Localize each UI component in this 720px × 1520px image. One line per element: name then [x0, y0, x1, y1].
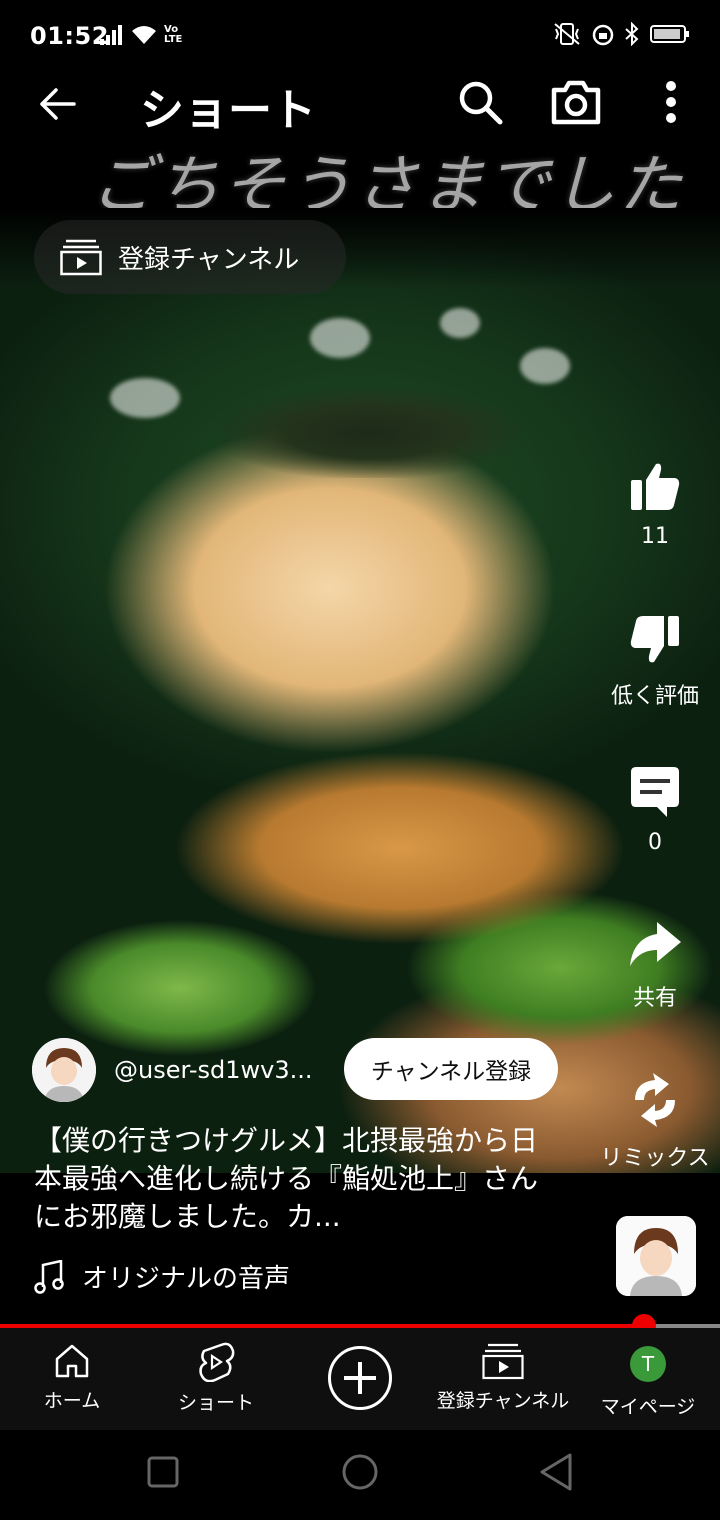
alarm-icon	[592, 24, 614, 46]
subscriptions-chip-label: 登録チャンネル	[118, 244, 300, 275]
channel-avatar[interactable]	[32, 1038, 96, 1102]
app-header: ショート ごちそうさまでした	[0, 72, 720, 223]
back-arrow-icon[interactable]	[34, 80, 82, 128]
search-icon[interactable]	[456, 78, 504, 126]
subscriptions-chip[interactable]: 登録チャンネル	[34, 220, 346, 294]
home-circle-icon[interactable]	[340, 1452, 380, 1492]
shorts-icon	[199, 1342, 235, 1382]
home-icon	[55, 1344, 89, 1378]
camera-icon[interactable]	[550, 76, 602, 128]
music-note-icon	[34, 1259, 64, 1294]
remix-icon	[635, 1073, 675, 1127]
nav-shorts-label: ショート	[177, 1392, 254, 1414]
status-left-icons: Vo LTE	[100, 24, 190, 46]
music-label: オリジナルの音声	[82, 1264, 291, 1294]
vibrate-icon	[554, 23, 580, 45]
volte-label: Vo LTE	[164, 24, 183, 45]
food-garnish	[220, 388, 520, 478]
create-plus-icon	[344, 1362, 376, 1394]
share-label: 共有	[632, 986, 677, 1011]
back-triangle-icon[interactable]	[538, 1452, 574, 1492]
nav-shorts[interactable]: ショート	[172, 1342, 260, 1415]
recents-square-icon[interactable]	[146, 1455, 180, 1489]
comments-button[interactable]: 0	[590, 764, 720, 855]
plate-highlight	[520, 348, 570, 384]
nav-home-label: ホーム	[43, 1390, 101, 1412]
thumb-down-icon	[630, 616, 679, 663]
bottom-nav: ホーム ショート 登録チャンネル T マイページ	[0, 1328, 720, 1430]
video-title[interactable]: 【僕の行きつけグルメ】北摂最強から日本最強へ進化し続ける『鮨処池上』さんにお邪魔…	[34, 1122, 554, 1236]
system-navigation-bar	[0, 1430, 720, 1520]
plate-highlight	[310, 318, 370, 358]
like-count: 11	[641, 524, 669, 549]
dislike-label: 低く評価	[610, 684, 699, 709]
remix-button[interactable]: リミックス	[590, 1070, 720, 1172]
status-bar: 01:52 Vo LTE	[0, 0, 720, 72]
share-button[interactable]: 共有	[590, 918, 720, 1012]
nav-my-page[interactable]: T マイページ	[596, 1346, 700, 1419]
comment-count: 0	[648, 830, 662, 855]
nav-home[interactable]: ホーム	[42, 1342, 102, 1413]
more-vert-icon[interactable]	[656, 78, 686, 126]
remix-label: リミックス	[600, 1146, 710, 1171]
plate-highlight	[110, 378, 180, 418]
status-time: 01:52	[30, 22, 109, 50]
battery-icon	[650, 25, 689, 43]
subscriptions-icon	[60, 239, 102, 276]
status-right-icons	[552, 22, 690, 46]
sound-thumbnail[interactable]	[616, 1216, 696, 1296]
wifi-icon	[132, 26, 156, 44]
comment-icon	[631, 767, 679, 817]
subscribe-button[interactable]: チャンネル登録	[344, 1038, 558, 1100]
subscriptions-icon	[482, 1343, 524, 1380]
nav-subscriptions-label: 登録チャンネル	[436, 1390, 570, 1412]
dislike-button[interactable]: 低く評価	[590, 612, 720, 710]
share-icon	[630, 922, 681, 966]
thumb-up-icon	[631, 463, 680, 510]
channel-handle[interactable]: @user-sd1wv3...	[114, 1056, 324, 1084]
page-title: ショート	[140, 85, 316, 136]
create-button[interactable]	[328, 1346, 392, 1410]
bluetooth-icon	[625, 22, 639, 46]
account-avatar: T	[630, 1346, 666, 1382]
sound-thumbnail-illustration	[616, 1216, 696, 1296]
nav-subscriptions[interactable]: 登録チャンネル	[432, 1342, 574, 1413]
plate-highlight	[440, 308, 480, 338]
like-button[interactable]: 11	[590, 458, 720, 549]
avatar-illustration	[32, 1038, 96, 1102]
music-row[interactable]: オリジナルの音声	[34, 1258, 290, 1295]
nav-my-page-label: マイページ	[600, 1396, 696, 1418]
signal-icon	[100, 25, 122, 45]
